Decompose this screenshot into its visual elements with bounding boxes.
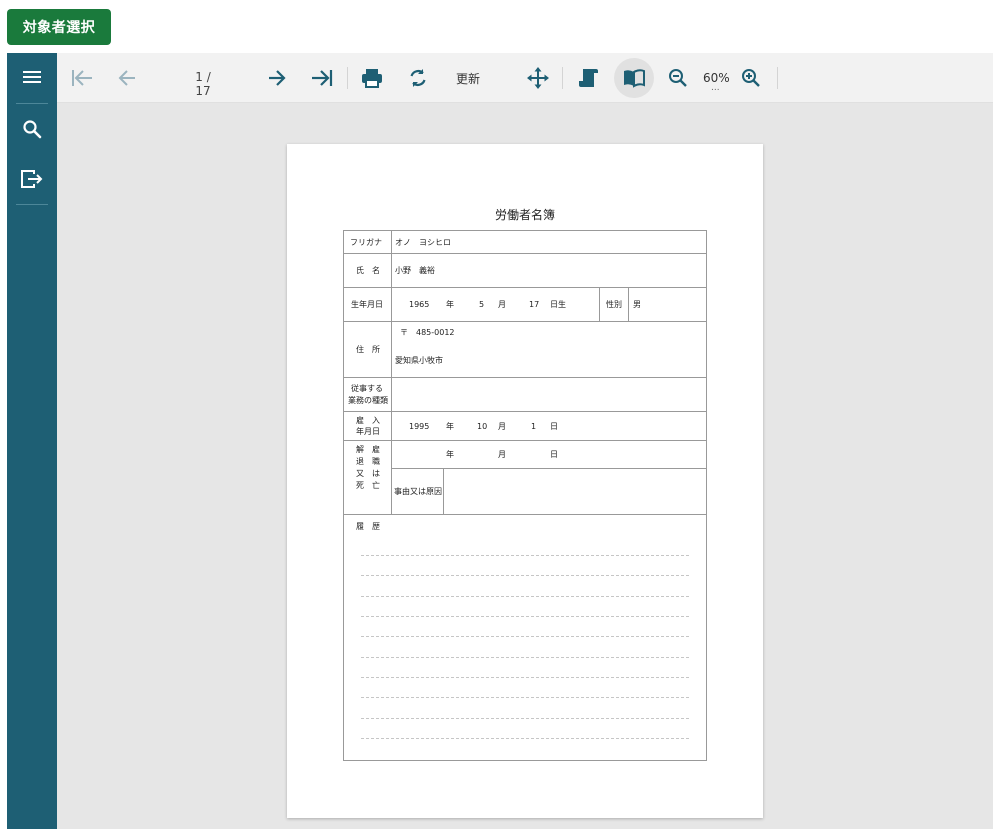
zoom-out-icon[interactable] xyxy=(663,60,693,96)
address-label: 住 所 xyxy=(356,345,380,354)
sidebar-divider xyxy=(16,103,48,104)
birth-month: 5 xyxy=(479,300,485,309)
history-line xyxy=(361,575,689,576)
sidebar xyxy=(7,53,57,829)
export-icon[interactable] xyxy=(7,157,57,201)
hire-month: 10 xyxy=(477,422,488,431)
history-line xyxy=(361,555,689,556)
print-icon[interactable] xyxy=(357,60,387,96)
hire-day-unit: 日 xyxy=(550,422,558,431)
history-line xyxy=(361,738,689,739)
menu-icon[interactable] xyxy=(7,55,57,99)
history-line xyxy=(361,636,689,637)
leave-label-line3: 又 は xyxy=(356,469,380,478)
leave-month-unit: 月 xyxy=(498,450,506,459)
reason-label: 事由又は原因 xyxy=(394,487,442,496)
toolbar-divider xyxy=(562,67,563,89)
sidebar-divider xyxy=(16,204,48,205)
birth-day: 17 xyxy=(529,300,540,309)
leave-year-unit: 年 xyxy=(446,450,454,459)
job-label-line2: 業務の種類 xyxy=(348,396,388,405)
first-page-icon[interactable] xyxy=(67,60,97,96)
history-line xyxy=(361,596,689,597)
leave-label-line4: 死 亡 xyxy=(356,481,380,490)
leave-day-unit: 日 xyxy=(550,450,558,459)
hire-label-line1: 雇 入 xyxy=(356,416,380,425)
birth-month-unit: 月 xyxy=(498,300,506,309)
history-line xyxy=(361,677,689,678)
prev-page-icon[interactable] xyxy=(112,60,142,96)
history-line xyxy=(361,697,689,698)
toolbar-divider xyxy=(347,67,348,89)
history-line xyxy=(361,718,689,719)
furigana-value: オノ ヨシヒロ xyxy=(395,238,451,247)
document-viewer[interactable]: 労働者名簿 フリガナ オノ ヨシヒロ 氏 名 小野 義裕 生年月日 1965 年… xyxy=(57,103,993,829)
select-target-button[interactable]: 対象者選択 xyxy=(7,9,111,45)
hire-month-unit: 月 xyxy=(498,422,506,431)
next-page-icon[interactable] xyxy=(262,60,292,96)
document-page: 労働者名簿 フリガナ オノ ヨシヒロ 氏 名 小野 義裕 生年月日 1965 年… xyxy=(287,144,763,818)
postal-code: 〒 485-0012 xyxy=(400,328,455,337)
job-label-line1: 従事する xyxy=(351,384,383,393)
reload-icon[interactable] xyxy=(403,60,433,96)
gender-value: 男 xyxy=(633,300,641,309)
last-page-icon[interactable] xyxy=(307,60,337,96)
continuous-scroll-icon[interactable] xyxy=(573,60,603,96)
gender-label: 性別 xyxy=(606,300,622,309)
name-value: 小野 義裕 xyxy=(395,266,435,275)
hire-label-line2: 年月日 xyxy=(356,427,380,436)
address-value: 愛知県小牧市 xyxy=(395,356,443,365)
top-area: 対象者選択 xyxy=(0,0,997,53)
birth-year: 1965 xyxy=(409,300,430,309)
book-view-icon[interactable] xyxy=(614,58,654,98)
pan-icon[interactable] xyxy=(523,60,553,96)
hire-year: 1995 xyxy=(409,422,430,431)
employee-register-form: フリガナ オノ ヨシヒロ 氏 名 小野 義裕 生年月日 1965 年 5 月 1… xyxy=(343,230,707,761)
toolbar-divider xyxy=(777,67,778,89)
zoom-in-icon[interactable] xyxy=(736,60,766,96)
name-label: 氏 名 xyxy=(356,266,380,275)
page-indicator: 1 / 17 xyxy=(195,70,211,98)
zoom-dropdown-indicator[interactable]: ... xyxy=(711,83,720,93)
history-label: 履 歴 xyxy=(356,522,380,531)
leave-label-line2: 退 職 xyxy=(356,457,380,466)
birth-day-unit: 日生 xyxy=(550,300,566,309)
history-line xyxy=(361,616,689,617)
birth-label: 生年月日 xyxy=(351,300,383,309)
toolbar: 1 / 17 更新 60% ... xyxy=(57,53,993,103)
hire-year-unit: 年 xyxy=(446,422,454,431)
hire-day: 1 xyxy=(531,422,537,431)
leave-label-line1: 解 雇 xyxy=(356,445,380,454)
document-title: 労働者名簿 xyxy=(494,208,555,222)
birth-year-unit: 年 xyxy=(446,300,454,309)
search-icon[interactable] xyxy=(7,107,57,151)
history-line xyxy=(361,657,689,658)
furigana-label: フリガナ xyxy=(350,238,382,247)
refresh-button[interactable]: 更新 xyxy=(449,60,487,96)
